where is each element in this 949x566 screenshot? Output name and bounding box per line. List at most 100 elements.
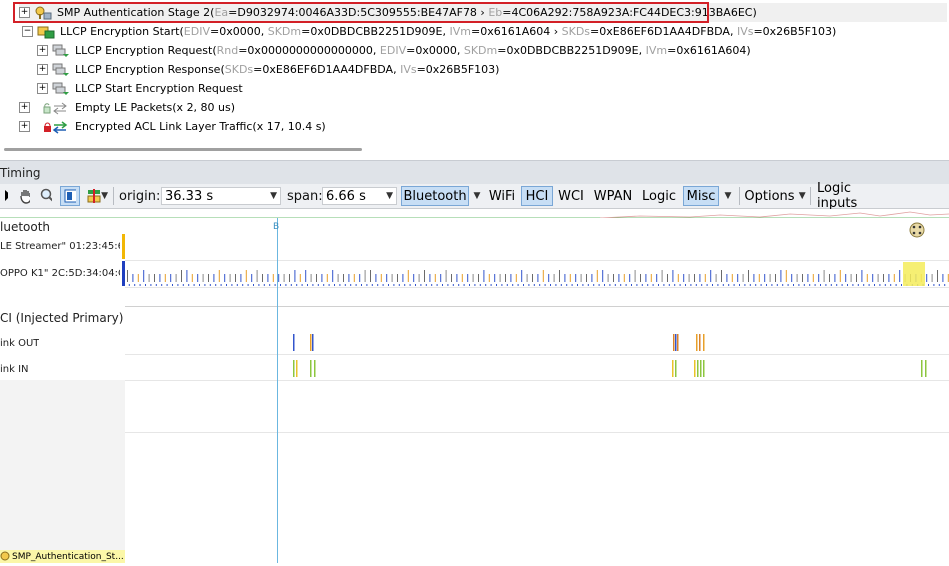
packet-dot	[776, 284, 778, 286]
tree-horizontal-scrollbar[interactable]	[0, 145, 949, 157]
packet-dot	[501, 284, 503, 286]
filter-hci-button[interactable]: HCI	[521, 186, 553, 206]
packet-dot	[420, 284, 422, 286]
marker-tool-dropdown[interactable]: ▼	[82, 186, 112, 206]
packet-dot	[604, 284, 605, 286]
packet-dot	[258, 284, 260, 286]
pointer-tool-icon[interactable]	[0, 186, 12, 206]
origin-input[interactable]: 36.33 s ▼	[161, 187, 281, 205]
packet-tick	[629, 274, 631, 282]
packet-tick	[818, 274, 820, 282]
expand-icon[interactable]: +	[19, 121, 30, 132]
collapse-icon[interactable]: −	[22, 26, 33, 37]
packet-tick	[650, 274, 652, 282]
zoom-tool-icon[interactable]	[36, 186, 56, 206]
expand-icon[interactable]: +	[19, 102, 30, 113]
field-name: IVs	[736, 25, 754, 38]
packet-dot	[528, 284, 530, 286]
field-name: IVm	[645, 44, 668, 57]
tree-row-llcp-encryption-start[interactable]: − LLCP Encryption Start (EDIV=0x0000, SK…	[22, 22, 836, 41]
packet-tick	[186, 270, 188, 282]
packet-dot	[301, 284, 303, 286]
packet-tick	[591, 274, 593, 282]
timeline-overview-strip[interactable]	[0, 209, 949, 219]
packet-tick	[775, 274, 776, 282]
packet-dot	[204, 284, 206, 286]
tree-row-llcp-encryption-response[interactable]: + LLCP Encryption Response (SKDs=0xE86EF…	[37, 60, 499, 79]
cursor-marker-label[interactable]: B	[273, 222, 279, 232]
tree-row-llcp-start-encryption-request[interactable]: + LLCP Start Encryption Request	[37, 79, 243, 98]
filter-bluetooth-button[interactable]: Bluetooth	[401, 186, 469, 206]
packet-tick	[661, 270, 663, 282]
packet-dot	[474, 284, 476, 286]
packet-tick	[672, 270, 674, 282]
tree-row-encrypted-acl-traffic[interactable]: + Encrypted ACL Link Layer Traffic (x 17…	[19, 117, 326, 136]
packet-dot	[452, 284, 454, 286]
misc-event-icon[interactable]	[909, 222, 925, 238]
lane-group-hci[interactable]: CI (Injected Primary)	[0, 311, 123, 325]
timing-plot-area[interactable]: B	[125, 218, 949, 563]
expand-icon[interactable]: +	[37, 45, 48, 56]
filter-logic-button[interactable]: Logic	[640, 186, 678, 206]
lane-device-2[interactable]: OPPO K1" 2C:5D:34:04:C...	[0, 261, 125, 286]
packet-tick	[191, 274, 193, 282]
packet-dot	[539, 284, 541, 286]
packet-tick	[467, 274, 469, 282]
packet-dot	[209, 284, 211, 286]
field-value: =0x6161A604 ›	[470, 25, 562, 38]
lane-link-out[interactable]: ink OUT	[0, 338, 39, 349]
packet-dot	[749, 284, 751, 286]
filter-wifi-button[interactable]: WiFi	[486, 186, 518, 206]
options-menu-button[interactable]: Options ▼	[742, 186, 808, 206]
filter-wpan-button[interactable]: WPAN	[590, 186, 636, 206]
tree-row-llcp-encryption-request[interactable]: + LLCP Encryption Request (Rnd=0x0000000…	[37, 41, 751, 60]
bluetooth-dropdown-chevron-icon[interactable]: ▼	[470, 186, 484, 206]
lane-layout-toggle-icon[interactable]	[60, 186, 80, 206]
packet-dot	[339, 284, 341, 286]
packet-dot	[458, 284, 460, 286]
misc-dropdown-chevron-icon[interactable]: ▼	[720, 186, 736, 206]
packet-tick	[677, 274, 679, 282]
packet-dot	[695, 284, 697, 286]
origin-value: 36.33 s	[165, 188, 214, 204]
packet-dot	[560, 284, 562, 286]
packet-dot	[431, 284, 433, 286]
lane-bottom-item[interactable]: SMP_Authentication_St...	[0, 550, 125, 563]
packet-tick	[758, 274, 760, 282]
packet-dot	[280, 284, 281, 286]
packet-dot	[884, 284, 886, 286]
packet-dot	[566, 284, 568, 286]
packet-dot	[366, 284, 368, 286]
chevron-down-icon[interactable]: ▼	[270, 191, 277, 201]
packet-dot	[253, 284, 254, 286]
packet-dot	[722, 284, 724, 286]
span-input[interactable]: 6.66 s ▼	[322, 187, 397, 205]
field-name: Rnd	[216, 44, 239, 57]
packet-tick	[537, 274, 539, 282]
field-value: (x 17, 10.4 s)	[252, 120, 326, 133]
filter-misc-button[interactable]: Misc	[683, 186, 719, 206]
lane-group-bluetooth[interactable]: luetooth	[0, 220, 50, 234]
packet-tick	[359, 274, 361, 282]
tree-row-empty-le-packets[interactable]: + Empty LE Packets (x 2, 80 us)	[19, 98, 235, 117]
packet-tick	[370, 270, 371, 282]
packet-dot	[706, 284, 708, 286]
packet-tick	[343, 274, 344, 282]
timing-panel-header: Timing	[0, 160, 949, 185]
packet-tick	[283, 274, 285, 282]
packet-tick	[218, 270, 220, 282]
chevron-down-icon[interactable]: ▼	[386, 191, 393, 201]
lane-device-1[interactable]: LE Streamer" 01:23:45:67...	[0, 234, 125, 259]
packet-dot	[506, 284, 508, 286]
hand-pan-tool-icon[interactable]	[14, 186, 34, 206]
packet-dot	[312, 284, 314, 286]
expand-icon[interactable]: +	[37, 83, 48, 94]
packet-dot	[512, 284, 514, 286]
filter-wci-button[interactable]: WCI	[555, 186, 587, 206]
packet-tick	[321, 274, 323, 282]
expand-icon[interactable]: +	[37, 64, 48, 75]
packet-dot	[307, 284, 308, 286]
logic-inputs-button[interactable]: Logic inputs	[813, 181, 889, 211]
scrollbar-thumb[interactable]	[4, 148, 362, 151]
lane-link-in[interactable]: ink IN	[0, 364, 29, 375]
